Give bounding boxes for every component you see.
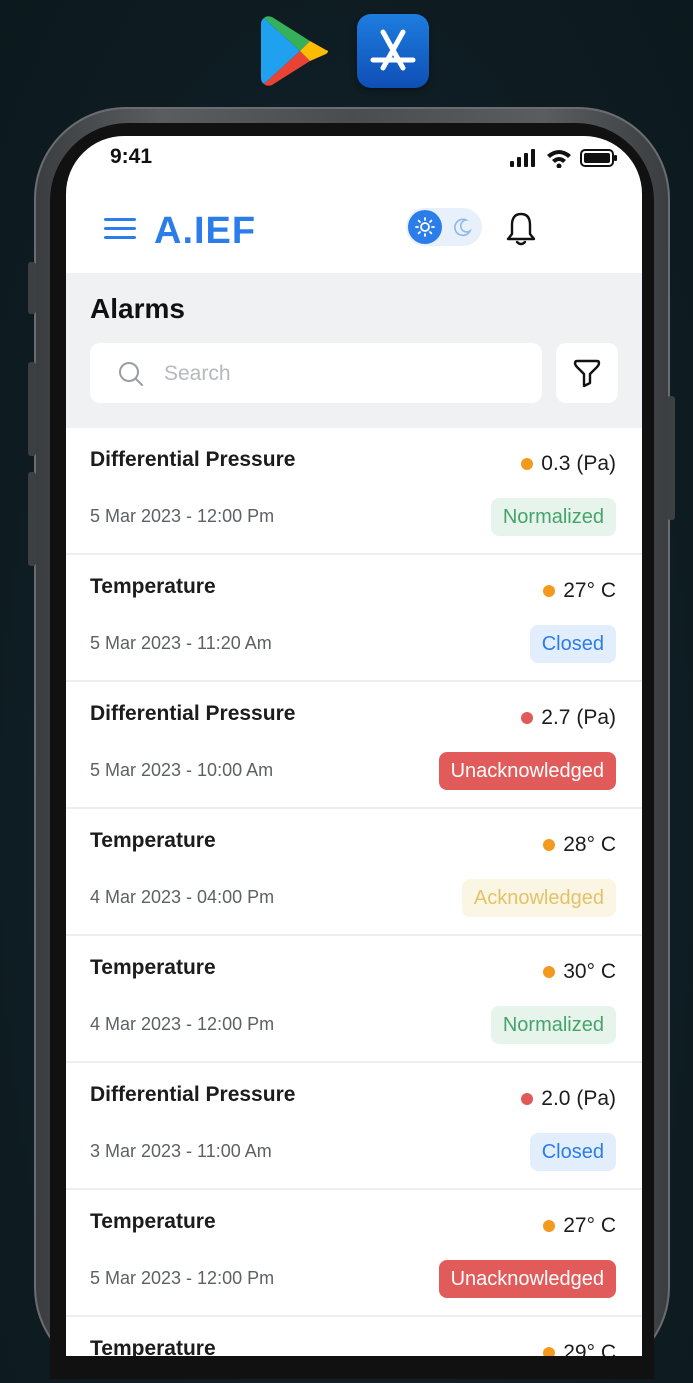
- alarm-value: 27° C: [543, 1214, 616, 1238]
- alarm-list-item[interactable]: Temperature 29° C: [66, 1317, 642, 1356]
- alarms-header-section: Alarms: [66, 273, 642, 428]
- severity-dot-icon: [521, 1093, 534, 1105]
- alarm-date: 5 Mar 2023 - 12:00 Pm: [90, 506, 275, 526]
- severity-dot-icon: [543, 966, 556, 978]
- alarm-name: Differential Pressure: [90, 1083, 296, 1106]
- app-store-icon[interactable]: [357, 14, 429, 88]
- alarm-value-text: 30° C: [563, 960, 616, 983]
- alarm-value-text: 2.7 (Pa): [541, 706, 616, 729]
- alarm-value: 28° C: [543, 833, 616, 857]
- alarm-name: Differential Pressure: [90, 702, 296, 725]
- status-badge: Unacknowledged: [438, 752, 616, 790]
- phone-volume-up: [28, 362, 36, 456]
- signal-icon: [510, 149, 535, 167]
- alarm-list-item[interactable]: Temperature 4 Mar 2023 - 04:00 Pm 28° C Ack…: [66, 809, 642, 936]
- phone-power-button: [667, 396, 675, 520]
- severity-dot-icon: [543, 839, 556, 851]
- severity-dot-icon: [521, 712, 534, 724]
- page-title: Alarms: [90, 293, 185, 324]
- app-header: A.IEF: [66, 200, 642, 270]
- moon-icon[interactable]: [446, 210, 480, 244]
- status-badge: Closed: [529, 625, 616, 663]
- battery-icon: [580, 149, 617, 167]
- alarm-name: Temperature: [90, 575, 216, 598]
- wifi-icon: [547, 150, 571, 168]
- severity-dot-icon: [521, 458, 534, 470]
- theme-toggle[interactable]: [406, 208, 482, 246]
- alarm-list: Differential Pressure 5 Mar 2023 - 12:00 …: [66, 428, 642, 1356]
- severity-dot-icon: [543, 1347, 556, 1356]
- alarm-name: Temperature: [90, 1337, 216, 1356]
- alarm-date: 3 Mar 2023 - 11:00 Am: [90, 1141, 272, 1161]
- status-bar: 9:41: [66, 136, 642, 184]
- alarm-date: 4 Mar 2023 - 04:00 Pm: [90, 887, 275, 907]
- alarm-list-item[interactable]: Differential Pressure 3 Mar 2023 - 11:00 …: [66, 1063, 642, 1190]
- notification-bell-icon[interactable]: [504, 210, 538, 248]
- phone-volume-down: [28, 472, 36, 566]
- severity-dot-icon: [543, 1220, 556, 1232]
- alarm-list-item[interactable]: Temperature 4 Mar 2023 - 12:00 Pm 30° C Nor…: [66, 936, 642, 1063]
- alarm-value-text: 0.3 (Pa): [541, 452, 616, 475]
- alarm-value: 2.7 (Pa): [521, 706, 616, 730]
- search-bar[interactable]: [90, 343, 542, 405]
- alarm-value: 27° C: [543, 579, 616, 603]
- status-badge: Closed: [529, 1133, 616, 1171]
- alarm-list-item[interactable]: Temperature 5 Mar 2023 - 12:00 Pm 27° C Una…: [66, 1190, 642, 1317]
- alarm-value-text: 27° C: [563, 1214, 616, 1237]
- alarm-date: 5 Mar 2023 - 10:00 Am: [90, 760, 274, 780]
- alarm-value-text: 29° C: [563, 1341, 616, 1356]
- alarm-list-item[interactable]: Temperature 5 Mar 2023 - 11:20 Am 27° C Clo…: [66, 555, 642, 682]
- alarm-date: 5 Mar 2023 - 11:20 Am: [90, 633, 272, 653]
- alarm-date: 5 Mar 2023 - 12:00 Pm: [90, 1268, 275, 1288]
- filter-icon: [573, 359, 601, 388]
- alarm-list-item[interactable]: Differential Pressure 5 Mar 2023 - 10:00 …: [66, 682, 642, 809]
- alarm-name: Temperature: [90, 1210, 216, 1233]
- alarm-date: 4 Mar 2023 - 12:00 Pm: [90, 1014, 275, 1034]
- sun-icon[interactable]: [408, 210, 442, 244]
- filter-button[interactable]: [556, 343, 618, 403]
- app-logo: A.IEF: [154, 210, 257, 252]
- alarm-value: 29° C: [543, 1341, 616, 1356]
- status-badge: Acknowledged: [461, 879, 616, 917]
- status-time: 9:41: [110, 145, 153, 168]
- alarm-value-text: 27° C: [563, 579, 616, 602]
- status-badge: Normalized: [490, 498, 616, 536]
- status-badge: Unacknowledged: [438, 1260, 616, 1298]
- severity-dot-icon: [543, 585, 556, 597]
- alarm-value-text: 2.0 (Pa): [541, 1087, 616, 1110]
- alarm-name: Temperature: [90, 956, 216, 979]
- phone-silent-switch: [28, 262, 36, 314]
- alarm-name: Differential Pressure: [90, 448, 296, 471]
- search-icon: [119, 362, 143, 386]
- alarm-value-text: 28° C: [563, 833, 616, 856]
- phone-screen: 9:41 A.IEF Alarms Search Differential Pr…: [66, 136, 642, 1356]
- alarm-list-item[interactable]: Differential Pressure 5 Mar 2023 - 12:00 …: [66, 428, 642, 555]
- alarm-value: 30° C: [543, 960, 616, 984]
- alarm-name: Temperature: [90, 829, 216, 852]
- google-play-icon[interactable]: [260, 14, 332, 88]
- search-input[interactable]: [162, 343, 526, 405]
- status-badge: Normalized: [490, 1006, 616, 1044]
- alarm-value: 0.3 (Pa): [521, 452, 616, 476]
- hamburger-menu-icon[interactable]: [104, 218, 136, 244]
- alarm-value: 2.0 (Pa): [521, 1087, 616, 1111]
